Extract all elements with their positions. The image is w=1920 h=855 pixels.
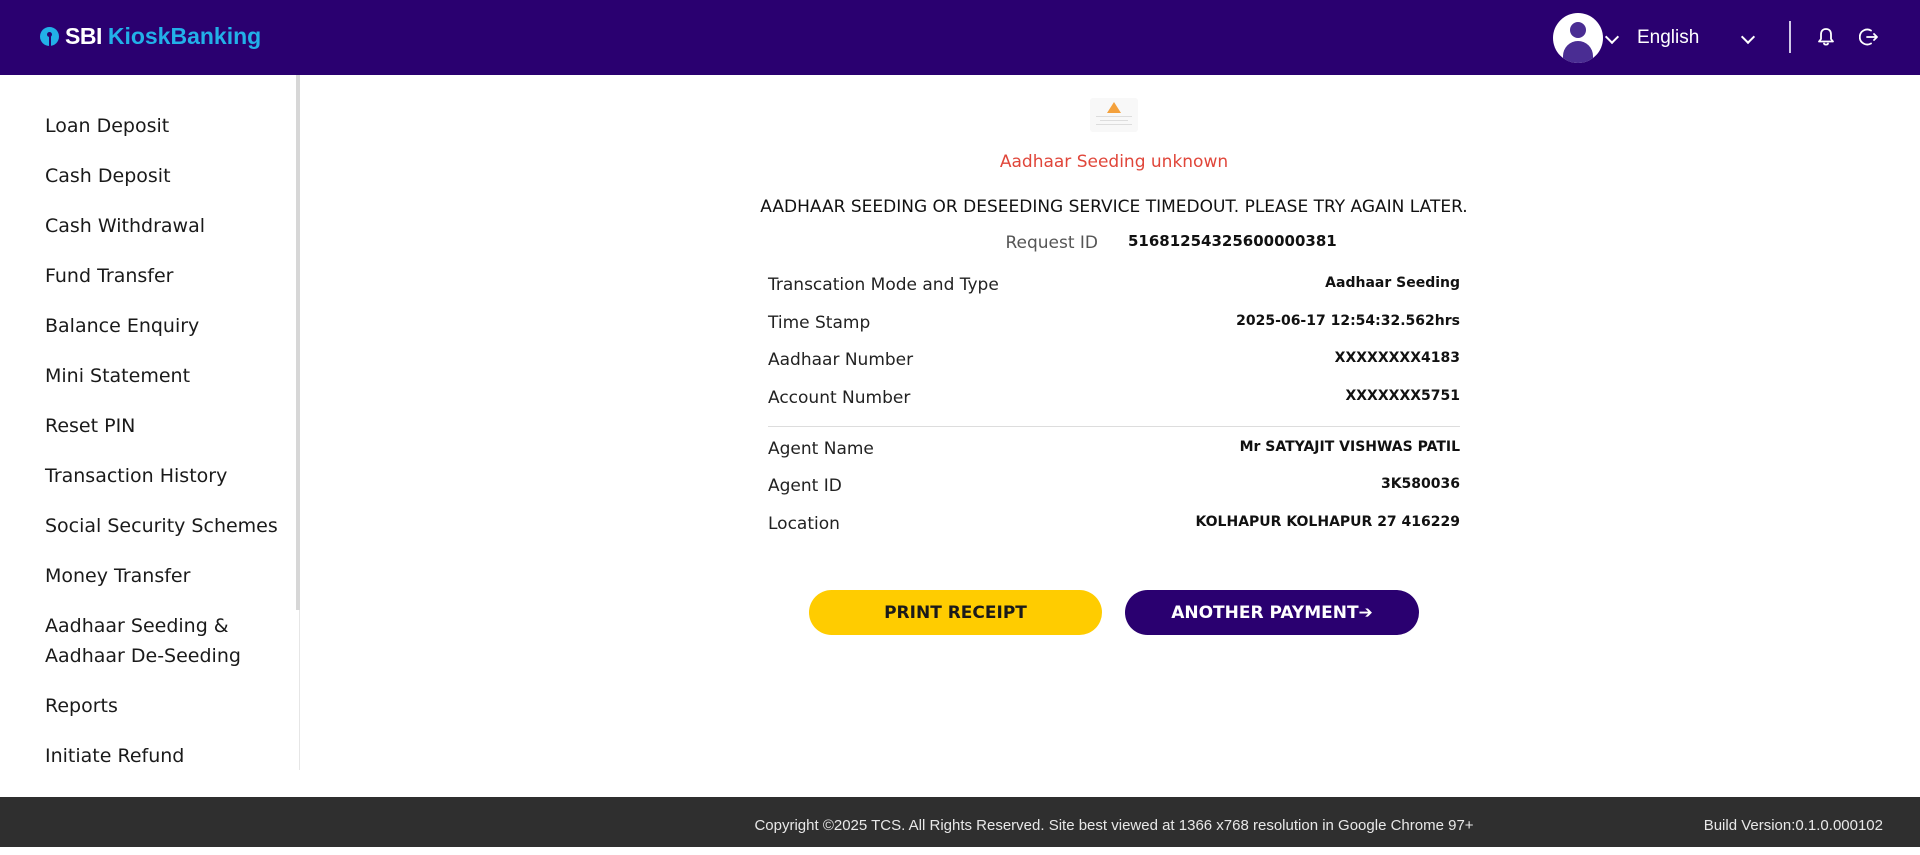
sidebar-item-social-security-schemes[interactable]: Social Security Schemes — [45, 511, 278, 541]
account-number-value: XXXXXXX5751 — [1345, 388, 1460, 404]
sidebar-item-mini-statement[interactable]: Mini Statement — [45, 361, 190, 391]
receipt-divider — [768, 426, 1460, 427]
aadhaar-number-label: Aadhaar Number — [768, 350, 914, 370]
transaction-mode-value: Aadhaar Seeding — [1325, 275, 1460, 291]
location-value: KOLHAPUR KOLHAPUR 27 416229 — [1195, 514, 1460, 530]
sidebar-item-fund-transfer[interactable]: Fund Transfer — [45, 261, 173, 291]
chevron-down-icon[interactable] — [1604, 29, 1620, 45]
sidebar-item-initiate-refund[interactable]: Initiate Refund — [45, 741, 184, 771]
footer-build-version: Build Version:0.1.0.000102 — [1703, 817, 1883, 834]
sidebar-item-reports[interactable]: Reports — [45, 691, 118, 721]
agent-id-value: 3K580036 — [1380, 476, 1460, 492]
warning-triangle-icon — [1107, 102, 1121, 113]
time-stamp-value: 2025-06-17 12:54:32.562hrs — [1236, 313, 1460, 329]
agent-id-label: Agent ID — [768, 476, 842, 496]
aadhaar-number-value: XXXXXXXX4183 — [1334, 350, 1460, 366]
sidebar-item-aadhaar-seeding[interactable]: Aadhaar Seeding & — [45, 611, 229, 641]
status-title: Aadhaar Seeding unknown — [999, 152, 1229, 172]
time-stamp-label: Time Stamp — [768, 313, 871, 333]
transaction-mode-label: Transcation Mode and Type — [768, 275, 999, 295]
agent-name-label: Agent Name — [768, 439, 874, 459]
logout-icon[interactable] — [1859, 27, 1879, 47]
request-id-label: Request ID — [1005, 233, 1098, 253]
sidebar-item-balance-enquiry[interactable]: Balance Enquiry — [45, 311, 199, 341]
header-divider — [1789, 21, 1791, 53]
sidebar-item-money-transfer[interactable]: Money Transfer — [45, 561, 190, 591]
brand-logo[interactable]: SBI KioskBanking — [40, 22, 261, 50]
language-chevron-down-icon[interactable] — [1740, 29, 1756, 45]
print-receipt-button[interactable]: PRINT RECEIPT — [809, 590, 1102, 635]
another-payment-button[interactable]: ANOTHER PAYMENT➔ — [1125, 590, 1419, 635]
language-select[interactable]: English — [1637, 27, 1699, 49]
user-avatar-icon[interactable] — [1553, 13, 1603, 63]
top-header: SBI KioskBanking English — [0, 0, 1920, 75]
request-id-value: 51681254325600000381 — [1128, 232, 1337, 250]
sbi-logo-icon — [40, 26, 59, 46]
sidebar-item-reset-pin[interactable]: Reset PIN — [45, 411, 135, 441]
status-message: AADHAAR SEEDING OR DESEEDING SERVICE TIM… — [760, 197, 1468, 217]
sidebar-item-transaction-history[interactable]: Transaction History — [45, 461, 227, 491]
location-label: Location — [768, 514, 840, 534]
account-number-label: Account Number — [768, 388, 911, 408]
warning-image — [1090, 98, 1138, 132]
brand-prefix: SBI — [65, 22, 102, 49]
footer: Copyright ©2025 TCS. All Rights Reserved… — [0, 797, 1920, 847]
footer-copyright: Copyright ©2025 TCS. All Rights Reserved… — [754, 817, 1474, 834]
brand-name: KioskBanking — [107, 22, 262, 49]
sidebar-item-aadhaar-deseeding[interactable]: Aadhaar De-Seeding — [45, 641, 241, 671]
agent-name-value: Mr SATYAJIT VISHWAS PATIL — [1239, 439, 1460, 455]
sidebar-item-loan-deposit[interactable]: Loan Deposit — [45, 111, 169, 141]
bell-icon[interactable] — [1817, 27, 1835, 47]
